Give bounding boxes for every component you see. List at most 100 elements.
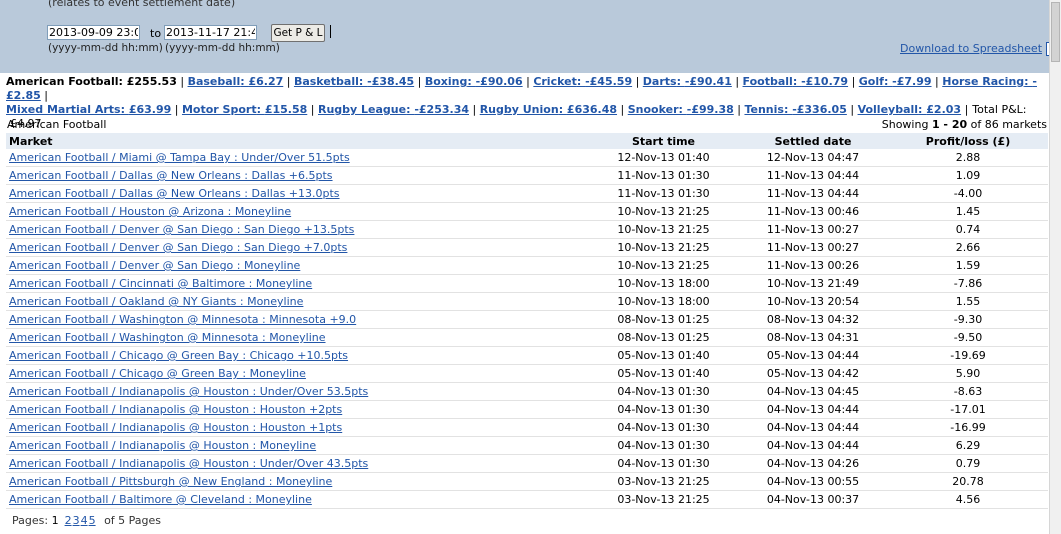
market-link[interactable]: American Football / Indianapolis @ Houst… — [9, 403, 342, 416]
profit-loss-cell: -9.30 — [888, 310, 1048, 329]
pages-total: of 5 Pages — [104, 514, 162, 527]
market-link[interactable]: American Football / Dallas @ New Orleans… — [9, 187, 340, 200]
profit-loss-cell: 1.59 — [888, 256, 1048, 275]
table-row: American Football / Denver @ San Diego :… — [6, 256, 1048, 275]
start-time-cell: 04-Nov-13 01:30 — [589, 400, 738, 419]
market-link[interactable]: American Football / Denver @ San Diego :… — [9, 241, 347, 254]
table-header-row: Market Start time Settled date Profit/lo… — [6, 133, 1048, 149]
settled-date-cell: 05-Nov-13 04:44 — [738, 346, 888, 365]
sport-link-darts[interactable]: Darts: -£90.41 — [643, 75, 732, 88]
market-link[interactable]: American Football / Indianapolis @ Houst… — [9, 385, 368, 398]
column-header-settled-date[interactable]: Settled date — [738, 133, 888, 149]
start-time-cell: 10-Nov-13 21:25 — [589, 202, 738, 221]
sport-link-baseball[interactable]: Baseball: £6.27 — [188, 75, 284, 88]
profit-loss-cell: 4.56 — [888, 490, 1048, 509]
page-link-4[interactable]: 4 — [81, 514, 88, 527]
sport-link-rugby-union[interactable]: Rugby Union: £636.48 — [480, 103, 617, 116]
sport-name: Rugby Union — [479, 103, 559, 116]
sport-link-golf[interactable]: Golf: -£7.99 — [859, 75, 932, 88]
sport-value: -£336.05 — [792, 103, 847, 116]
sport-name: Rugby League — [317, 103, 407, 116]
page-link-5[interactable]: 5 — [89, 514, 96, 527]
market-link[interactable]: American Football / Washington @ Minneso… — [9, 331, 326, 344]
market-cell: American Football / Chicago @ Green Bay … — [6, 346, 589, 365]
sport-link-boxing[interactable]: Boxing: -£90.06 — [425, 75, 523, 88]
market-cell: American Football / Pittsburgh @ New Eng… — [6, 472, 589, 491]
column-header-profit-loss[interactable]: Profit/loss (£) — [888, 133, 1048, 149]
start-time-cell: 11-Nov-13 01:30 — [589, 166, 738, 185]
table-row: American Football / Indianapolis @ Houst… — [6, 436, 1048, 455]
market-link[interactable]: American Football / Miami @ Tampa Bay : … — [9, 151, 350, 164]
settled-date-cell: 04-Nov-13 00:55 — [738, 472, 888, 491]
sport-name: Mixed Martial Arts — [6, 103, 121, 116]
sport-link-cricket[interactable]: Cricket: -£45.59 — [533, 75, 632, 88]
sport-link-basketball[interactable]: Basketball: -£38.45 — [294, 75, 414, 88]
sport-link-volleyball[interactable]: Volleyball: £2.03 — [858, 103, 962, 116]
market-link[interactable]: American Football / Indianapolis @ Houst… — [9, 439, 316, 452]
market-link[interactable]: American Football / Chicago @ Green Bay … — [9, 367, 306, 380]
market-cell: American Football / Houston @ Arizona : … — [6, 202, 589, 221]
page-link-2[interactable]: 2 — [65, 514, 72, 527]
sport-link-motor-sport[interactable]: Motor Sport: £15.58 — [182, 103, 307, 116]
sport-link-mixed-martial-arts[interactable]: Mixed Martial Arts: £63.99 — [6, 103, 171, 116]
get-pl-button[interactable]: Get P & L — [271, 24, 325, 42]
separator: | — [522, 75, 534, 88]
from-date-input[interactable] — [47, 25, 140, 40]
market-link[interactable]: American Football / Baltimore @ Clevelan… — [9, 493, 312, 506]
start-time-cell: 10-Nov-13 21:25 — [589, 220, 738, 239]
table-row: American Football / Baltimore @ Clevelan… — [6, 490, 1048, 509]
market-link[interactable]: American Football / Indianapolis @ Houst… — [9, 457, 368, 470]
to-date-input[interactable] — [164, 25, 257, 40]
scrollbar-thumb[interactable] — [1051, 2, 1060, 62]
download-spreadsheet-link[interactable]: Download to Spreadsheet — [900, 42, 1042, 55]
start-time-cell: 10-Nov-13 18:00 — [589, 274, 738, 293]
sport-value: -£90.06 — [475, 75, 523, 88]
start-time-cell: 05-Nov-13 01:40 — [589, 364, 738, 383]
table-row: American Football / Indianapolis @ Houst… — [6, 454, 1048, 473]
sport-link-rugby-league[interactable]: Rugby League: -£253.34 — [318, 103, 469, 116]
separator: | — [961, 103, 969, 116]
market-link[interactable]: American Football / Pittsburgh @ New Eng… — [9, 475, 332, 488]
market-cell: American Football / Indianapolis @ Houst… — [6, 418, 589, 437]
market-link[interactable]: American Football / Oakland @ NY Giants … — [9, 295, 303, 308]
page-link-3[interactable]: 3 — [73, 514, 80, 527]
settled-date-cell: 05-Nov-13 04:42 — [738, 364, 888, 383]
start-time-cell: 04-Nov-13 01:30 — [589, 418, 738, 437]
profit-loss-cell: 1.45 — [888, 202, 1048, 221]
settled-date-cell: 04-Nov-13 00:37 — [738, 490, 888, 509]
start-time-cell: 10-Nov-13 18:00 — [589, 292, 738, 311]
sport-link-snooker[interactable]: Snooker: -£99.38 — [628, 103, 734, 116]
separator: | — [414, 75, 425, 88]
market-cell: American Football / Cincinnati @ Baltimo… — [6, 274, 589, 293]
settled-date-cell: 11-Nov-13 00:46 — [738, 202, 888, 221]
column-header-market[interactable]: Market — [6, 133, 589, 149]
market-link[interactable]: American Football / Chicago @ Green Bay … — [9, 349, 348, 362]
vertical-scrollbar[interactable] — [1049, 0, 1061, 534]
market-link[interactable]: American Football / Cincinnati @ Baltimo… — [9, 277, 312, 290]
market-link[interactable]: American Football / Denver @ San Diego :… — [9, 259, 300, 272]
table-row: American Football / Houston @ Arizona : … — [6, 202, 1048, 221]
market-link[interactable]: American Football / Indianapolis @ Houst… — [9, 421, 342, 434]
settled-date-cell: 11-Nov-13 04:44 — [738, 184, 888, 203]
table-row: American Football / Denver @ San Diego :… — [6, 220, 1048, 239]
sport-value: £63.99 — [128, 103, 172, 116]
profit-loss-cell: 6.29 — [888, 436, 1048, 455]
separator: | — [40, 89, 48, 102]
market-link[interactable]: American Football / Washington @ Minneso… — [9, 313, 356, 326]
table-row: American Football / Dallas @ New Orleans… — [6, 184, 1048, 203]
market-link[interactable]: American Football / Dallas @ New Orleans… — [9, 169, 333, 182]
market-link[interactable]: American Football / Denver @ San Diego :… — [9, 223, 354, 236]
settled-date-cell: 11-Nov-13 00:26 — [738, 256, 888, 275]
markets-table: Market Start time Settled date Profit/lo… — [6, 133, 1048, 509]
sport-link-tennis[interactable]: Tennis: -£336.05 — [744, 103, 846, 116]
column-header-start-time[interactable]: Start time — [589, 133, 738, 149]
start-time-cell: 10-Nov-13 21:25 — [589, 238, 738, 257]
market-cell: American Football / Baltimore @ Clevelan… — [6, 490, 589, 509]
profit-loss-cell: 0.79 — [888, 454, 1048, 473]
sport-name: Volleyball — [857, 103, 919, 116]
section-title: American Football — [7, 118, 107, 131]
market-link[interactable]: American Football / Houston @ Arizona : … — [9, 205, 291, 218]
table-row: American Football / Washington @ Minneso… — [6, 328, 1048, 347]
separator: | — [171, 103, 182, 116]
sport-link-football[interactable]: Football: -£10.79 — [743, 75, 849, 88]
